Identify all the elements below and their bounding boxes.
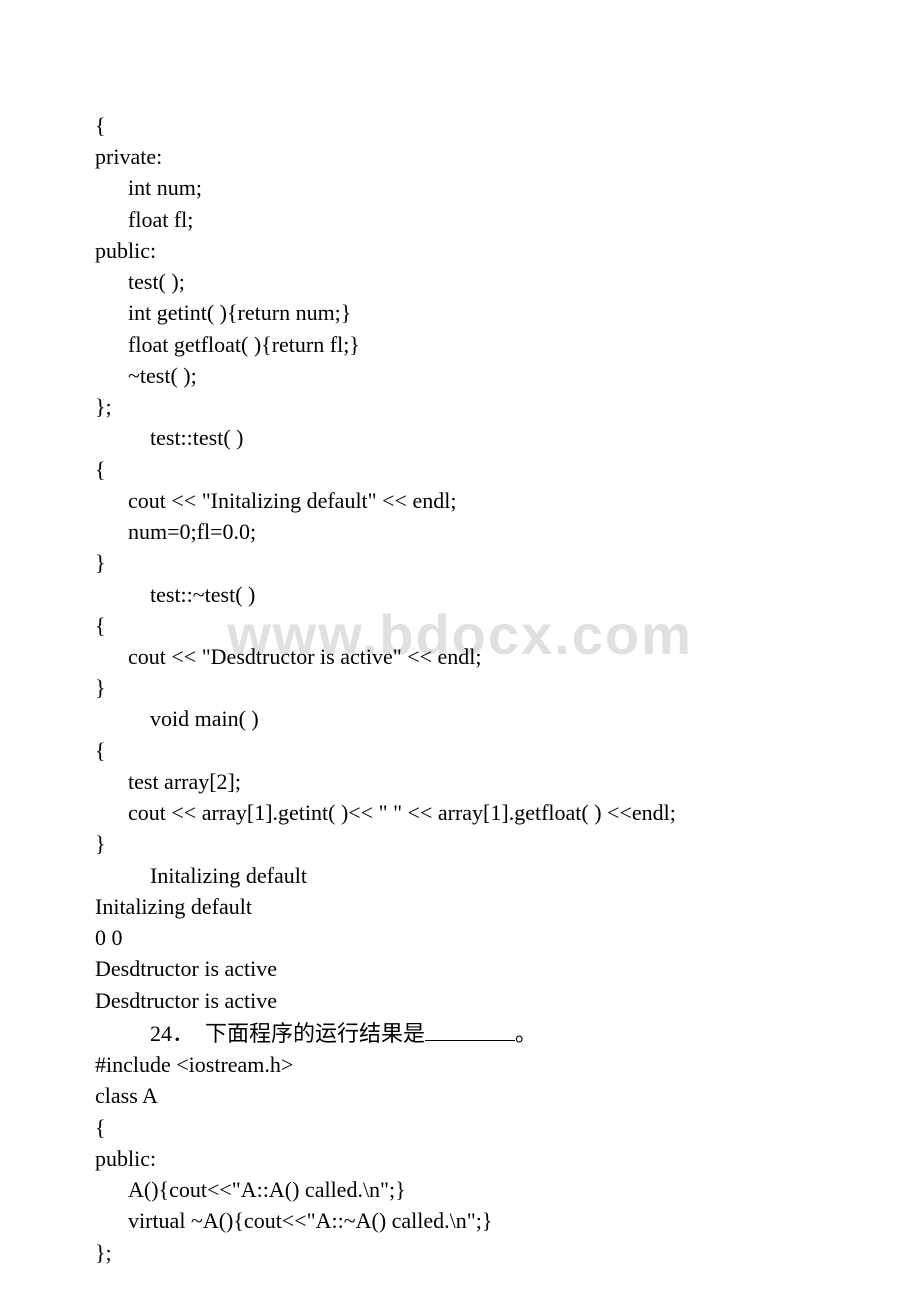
code-line: Desdtructor is active	[95, 985, 825, 1016]
code-line: };	[95, 391, 825, 422]
code-line: Initalizing default	[95, 891, 825, 922]
code-line: float fl;	[95, 204, 825, 235]
code-line: int num;	[95, 172, 825, 203]
code-line: Desdtructor is active	[95, 953, 825, 984]
code-line: ~test( );	[95, 360, 825, 391]
code-line: }	[95, 672, 825, 703]
fill-in-blank	[425, 1016, 515, 1041]
question-24: 24． 下面程序的运行结果是 。	[95, 1016, 825, 1049]
code-line: class A	[95, 1080, 825, 1111]
code-line: {	[95, 454, 825, 485]
code-line: }	[95, 828, 825, 859]
code-line: test::~test( )	[95, 579, 825, 610]
code-line: cout << array[1].getint( )<< " " << arra…	[95, 797, 825, 828]
code-line: #include <iostream.h>	[95, 1049, 825, 1080]
code-line: num=0;fl=0.0;	[95, 516, 825, 547]
code-line: Initalizing default	[95, 860, 825, 891]
code-line: {	[95, 610, 825, 641]
code-line: test( );	[95, 266, 825, 297]
code-line: A(){cout<<"A::A() called.\n";}	[95, 1174, 825, 1205]
code-line: virtual ~A(){cout<<"A::~A() called.\n";}	[95, 1205, 825, 1236]
code-line: 0 0	[95, 922, 825, 953]
code-line: int getint( ){return num;}	[95, 297, 825, 328]
code-line: };	[95, 1237, 825, 1268]
code-line: cout << "Desdtructor is active" << endl;	[95, 641, 825, 672]
code-line: test array[2];	[95, 766, 825, 797]
code-line: }	[95, 547, 825, 578]
code-line: test::test( )	[95, 422, 825, 453]
code-line: public:	[95, 1143, 825, 1174]
question-24-suffix: 。	[515, 1021, 537, 1046]
code-line: public:	[95, 235, 825, 266]
code-line: cout << "Initalizing default" << endl;	[95, 485, 825, 516]
code-line: float getfloat( ){return fl;}	[95, 329, 825, 360]
code-line: {	[95, 735, 825, 766]
code-line: private:	[95, 141, 825, 172]
question-24-prefix: 24． 下面程序的运行结果是	[150, 1021, 425, 1046]
document-page: {private:int num;float fl;public:test( )…	[0, 0, 920, 1268]
code-line: {	[95, 1112, 825, 1143]
code-line: void main( )	[95, 703, 825, 734]
code-listing: {private:int num;float fl;public:test( )…	[95, 110, 825, 1268]
code-line: {	[95, 110, 825, 141]
